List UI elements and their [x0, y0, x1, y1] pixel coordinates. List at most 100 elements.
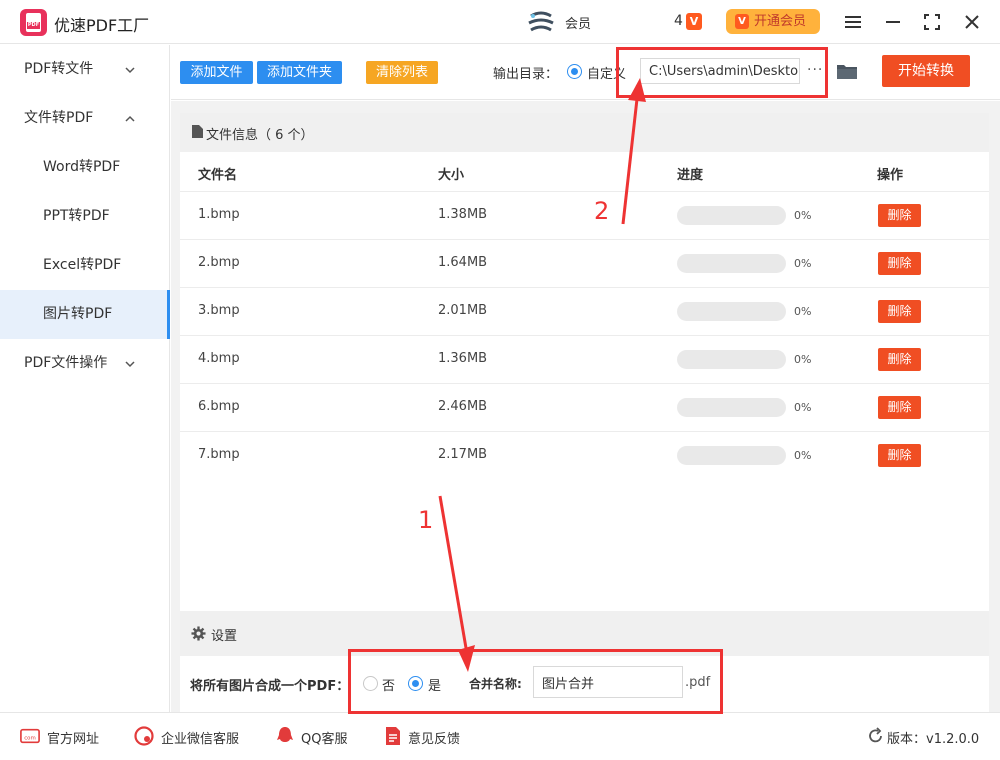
file-name-cell: 3.bmp	[198, 303, 240, 318]
chevron-down-icon	[125, 361, 135, 368]
file-list-panel: 文件信息（ 6 个） 文件名 大小 进度 操作 1.bmp 1.38MB 0% 删除 2…	[180, 113, 989, 612]
user-name[interactable]: 会员	[565, 13, 591, 32]
progress-percent: 0%	[794, 353, 812, 366]
add-file-button[interactable]: 添加文件	[180, 61, 253, 84]
file-size-cell: 1.36MB	[438, 351, 488, 366]
vip-badge-icon: V	[686, 13, 702, 30]
settings-body: 将所有图片合成一个PDF： 否 是 合并名称: .pdf	[180, 656, 989, 712]
file-name-cell: 6.bmp	[198, 399, 240, 414]
delete-button[interactable]: 删除	[878, 348, 921, 371]
column-header-progress: 进度	[677, 168, 704, 183]
delete-button[interactable]: 删除	[878, 300, 921, 323]
file-size-cell: 1.38MB	[438, 207, 488, 222]
website-icon: com	[20, 728, 40, 744]
add-folder-button[interactable]: 添加文件夹	[257, 61, 342, 84]
merge-no-radio[interactable]	[363, 676, 378, 691]
document-icon	[192, 125, 203, 138]
progress-percent: 0%	[794, 209, 812, 222]
table-row: 3.bmp 2.01MB 0% 删除	[180, 287, 989, 335]
merge-no-label: 否	[382, 679, 396, 694]
progress-bar	[677, 350, 786, 369]
sidebar-item-excel-to-pdf[interactable]: Excel转PDF	[0, 241, 170, 290]
menu-icon[interactable]	[843, 12, 863, 32]
output-dir-label: 输出目录：	[493, 67, 559, 82]
footer: com 官方网址 企业微信客服 QQ客服 意见反馈 版本：v1.2.0.0	[0, 712, 1000, 760]
file-size-cell: 2.17MB	[438, 447, 488, 462]
sidebar-item-image-to-pdf[interactable]: 图片转PDF	[0, 290, 170, 339]
settings-header: 设置	[180, 611, 989, 656]
progress-bar	[677, 446, 786, 465]
custom-output-label: 自定义	[587, 67, 627, 82]
pdf-extension-label: .pdf	[685, 675, 711, 690]
sidebar-item-pdf-to-file[interactable]: PDF转文件	[0, 45, 170, 94]
progress-bar	[677, 206, 786, 225]
qq-support-link[interactable]: QQ客服	[301, 728, 347, 747]
delete-button[interactable]: 删除	[878, 204, 921, 227]
merge-name-label: 合并名称:	[469, 677, 522, 691]
merge-yes-radio[interactable]	[408, 676, 423, 691]
gear-icon	[191, 626, 206, 641]
annotation-label-1: 1	[418, 506, 434, 534]
settings-title: 设置	[211, 629, 238, 644]
start-convert-button[interactable]: 开始转换	[882, 55, 970, 87]
user-avatar-icon[interactable]	[527, 10, 555, 36]
qq-icon	[277, 727, 293, 742]
table-row: 7.bmp 2.17MB 0% 删除	[180, 431, 989, 479]
file-name-cell: 7.bmp	[198, 447, 240, 462]
file-name-cell: 2.bmp	[198, 255, 240, 270]
custom-output-radio[interactable]	[567, 64, 582, 79]
sidebar-item-pdf-operations[interactable]: PDF文件操作	[0, 339, 170, 388]
merge-name-input[interactable]	[533, 666, 683, 698]
output-path-input[interactable]	[640, 58, 800, 84]
file-size-cell: 2.01MB	[438, 303, 488, 318]
progress-bar	[677, 302, 786, 321]
column-header-size: 大小	[438, 168, 465, 183]
folder-icon[interactable]	[836, 61, 858, 81]
vip-icon: V	[735, 14, 749, 29]
progress-percent: 0%	[794, 305, 812, 318]
message-count: 4	[674, 13, 683, 29]
more-icon[interactable]: ···	[807, 62, 827, 78]
merge-option-label: 将所有图片合成一个PDF：	[190, 679, 350, 694]
maximize-icon[interactable]	[922, 12, 942, 32]
file-name-cell: 4.bmp	[198, 351, 240, 366]
delete-button[interactable]: 删除	[878, 252, 921, 275]
file-info-header: 文件信息（ 6 个）	[180, 113, 989, 152]
progress-percent: 0%	[794, 449, 812, 462]
chevron-down-icon	[125, 67, 135, 74]
open-vip-button[interactable]: V 开通会员	[726, 9, 820, 34]
file-info-title: 文件信息（ 6 个）	[206, 128, 314, 143]
column-header-action: 操作	[877, 168, 904, 183]
delete-button[interactable]: 删除	[878, 396, 921, 419]
sidebar-item-file-to-pdf[interactable]: 文件转PDF	[0, 94, 170, 143]
progress-bar	[677, 398, 786, 417]
main-area: 文件信息（ 6 个） 文件名 大小 进度 操作 1.bmp 1.38MB 0% 删除 2…	[171, 101, 1000, 712]
version-label: 版本：v1.2.0.0	[887, 732, 980, 747]
website-link[interactable]: 官方网址	[47, 728, 99, 747]
refresh-icon[interactable]	[866, 726, 886, 746]
progress-percent: 0%	[794, 401, 812, 414]
close-icon[interactable]	[962, 12, 982, 32]
wechat-icon	[134, 726, 154, 746]
merge-yes-label: 是	[428, 679, 442, 694]
file-size-cell: 1.64MB	[438, 255, 488, 270]
column-header-name: 文件名	[198, 168, 238, 183]
feedback-link[interactable]: 意见反馈	[408, 728, 460, 747]
table-row: 6.bmp 2.46MB 0% 删除	[180, 383, 989, 431]
sidebar: PDF转文件 文件转PDF Word转PDF PPT转PDF Excel转PDF…	[0, 45, 170, 712]
delete-button[interactable]: 删除	[878, 444, 921, 467]
app-title: 优速PDF工厂	[54, 16, 150, 35]
clear-list-button[interactable]: 清除列表	[366, 61, 438, 84]
sidebar-item-ppt-to-pdf[interactable]: PPT转PDF	[0, 192, 170, 241]
minimize-icon[interactable]	[883, 12, 903, 32]
title-bar: PDF 优速PDF工厂 会员 4 V V 开通会员	[0, 0, 1000, 44]
file-size-cell: 2.46MB	[438, 399, 488, 414]
table-row: 4.bmp 1.36MB 0% 删除	[180, 335, 989, 383]
table-row: 2.bmp 1.64MB 0% 删除	[180, 239, 989, 287]
progress-percent: 0%	[794, 257, 812, 270]
sidebar-item-word-to-pdf[interactable]: Word转PDF	[0, 143, 170, 192]
file-name-cell: 1.bmp	[198, 207, 240, 222]
progress-bar	[677, 254, 786, 273]
app-logo-icon: PDF	[20, 9, 47, 36]
wechat-support-link[interactable]: 企业微信客服	[161, 728, 239, 747]
